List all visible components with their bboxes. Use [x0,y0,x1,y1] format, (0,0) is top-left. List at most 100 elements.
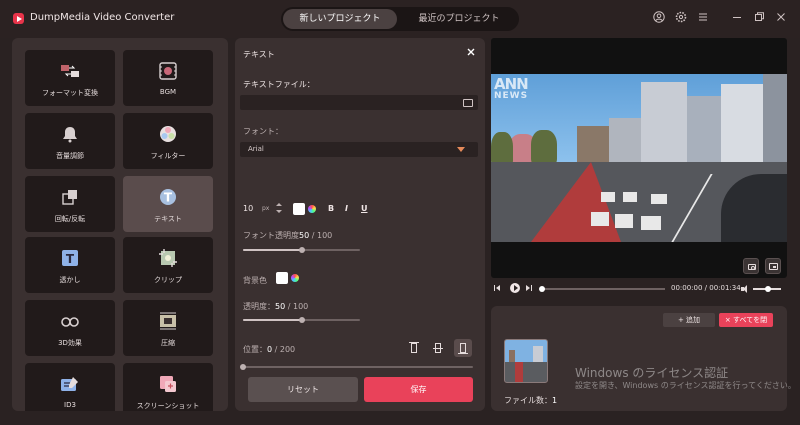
font-opacity-value: 50 [299,231,310,240]
pip-button[interactable] [765,258,781,274]
font-size-value[interactable]: 10 [243,204,253,213]
tool-label: クリップ [154,276,182,284]
tool-label: スクリーンショット [136,402,200,410]
reset-button[interactable]: リセット [248,377,358,402]
maximize-icon[interactable] [752,11,766,25]
file-count-value: 1 [552,396,558,405]
volume-icon[interactable] [741,285,749,293]
tool-label: フィルター [150,152,186,160]
windows-activation-subtitle: 設定を開き、Windows のライセンス認証を行ってください。 [575,381,796,390]
tool-text[interactable]: T テキスト [123,176,213,232]
tool-label: 圧縮 [161,339,175,347]
timeline-slider[interactable] [539,286,665,292]
align-middle-button[interactable] [429,339,447,357]
volume-slider[interactable] [753,286,781,292]
skip-forward-icon[interactable] [531,285,532,291]
align-bottom-button[interactable] [454,339,472,357]
underline-button[interactable]: U [361,204,368,213]
tool-3d[interactable]: 3D効果 [25,300,115,356]
font-opacity-slider[interactable] [243,247,360,253]
panel-title: テキスト [243,50,275,59]
timecode: 00:00:00 / 00:01:34 [671,284,741,292]
tool-filter[interactable]: フィルター [123,113,213,169]
italic-button[interactable]: I [345,204,348,213]
tab-recent-projects[interactable]: 最近のプロジェクト [401,9,517,29]
clip-icon [158,248,178,268]
video-building [721,84,763,164]
bg-color-swatch[interactable] [276,272,288,284]
tool-watermark[interactable]: T 透かし [25,237,115,293]
logo-line-2: NEWS [494,91,529,101]
font-select-row: Arial [235,142,485,157]
title-bar: DumpMedia Video Converter 新しいプロジェクト 最近のプ… [0,0,800,38]
video-building [641,82,687,164]
close-icon[interactable] [774,11,788,25]
logo-line-1: ANN [494,75,529,93]
text-icon: T [158,187,178,207]
skip-back-icon[interactable] [494,285,495,291]
align-bottom-icon [460,343,466,353]
align-top-icon [411,343,417,353]
thumb-red-lane [515,362,523,382]
opacity-label: 透明度：50 / 100 [243,301,308,312]
menu-icon[interactable] [696,11,710,25]
tool-compress[interactable]: 圧縮 [123,300,213,356]
file-thumbnail[interactable] [504,339,548,383]
playback-controls: 00:00:00 / 00:01:34 [491,282,787,296]
tool-bgm[interactable]: BGM [123,50,213,106]
save-button[interactable]: 保存 [364,377,473,402]
slider-knob[interactable] [298,247,305,253]
chevron-down-icon[interactable] [457,147,465,152]
tool-label: 音量調節 [56,152,84,160]
tool-label: 透かし [59,276,81,284]
color-picker-icon[interactable] [291,274,299,282]
video-road-mark [641,216,661,230]
tool-clip[interactable]: クリップ [123,237,213,293]
video-red-lane [531,162,621,242]
add-file-button[interactable]: + 追加 [663,313,715,327]
video-frame: ANN NEWS [491,74,787,242]
file-list-panel: + 追加 × すべてを閉 ファイル数：1 Windows のライセンス認証 設定… [491,306,796,411]
font-color-swatch[interactable] [293,203,305,215]
volume-knob[interactable] [765,286,771,292]
svg-text:T: T [66,252,75,266]
play-button[interactable] [510,283,520,293]
skip-back-icon[interactable] [496,285,500,291]
tool-format-convert[interactable]: フォーマット変換 [25,50,115,106]
tool-screenshot[interactable]: スクリーンショット [123,363,213,411]
timeline-knob[interactable] [539,286,545,292]
text-file-input[interactable] [240,95,478,110]
minimize-icon[interactable] [730,11,744,25]
slider-knob[interactable] [240,364,246,370]
position-slider[interactable] [240,364,473,370]
tool-label: 回転/反転 [54,215,86,223]
file-count-label: ファイル数： [504,396,552,405]
tab-new-project[interactable]: 新しいプロジェクト [283,9,397,29]
close-all-button[interactable]: × すべてを閉 [719,313,773,327]
font-size-stepper[interactable] [276,202,282,214]
settings-icon[interactable] [674,11,688,25]
tool-volume[interactable]: 音量調節 [25,113,115,169]
user-icon[interactable] [652,11,666,25]
align-line [458,353,468,354]
opacity-slider[interactable] [243,317,360,323]
video-building [763,74,787,164]
ann-news-logo: ANN NEWS [494,75,529,102]
opacity-value: 50 [275,302,286,311]
color-picker-icon[interactable] [308,205,316,213]
skip-forward-icon[interactable] [526,285,530,291]
panel-close-button[interactable] [465,47,477,59]
tool-id3[interactable]: ID3 [25,363,115,411]
windows-activation-title: Windows のライセンス認証 [575,366,729,380]
align-top-button[interactable] [405,339,423,357]
video-building [609,118,641,164]
font-opacity-label: フォント透明度50 / 100 [243,230,332,241]
text-file-row [235,95,485,110]
slider-knob[interactable] [298,317,305,323]
snapshot-button[interactable] [743,258,759,274]
font-select[interactable]: Arial [240,142,478,157]
folder-icon[interactable] [463,99,473,107]
bold-button[interactable]: B [328,204,334,213]
picture-in-picture-icon [769,263,778,270]
tool-rotate-flip[interactable]: 回転/反転 [25,176,115,232]
